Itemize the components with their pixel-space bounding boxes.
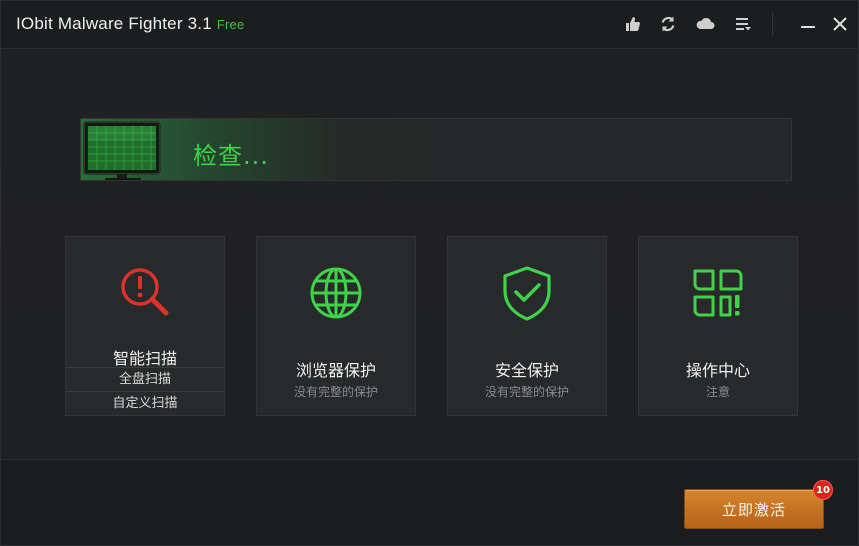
monitor-icon [83, 121, 161, 180]
thumbs-up-icon[interactable] [622, 13, 644, 35]
smart-scan-tile[interactable]: 智能扫描 全盘扫描 自定义扫描 [65, 236, 225, 416]
browser-protection-status: 没有完整的保护 [293, 385, 378, 399]
app-title: IObit Malware Fighter 3.1 Free [16, 14, 244, 34]
security-protection-tile[interactable]: 安全保护 没有完整的保护 [447, 236, 607, 416]
action-center-status: 注意 [705, 385, 730, 399]
activate-button[interactable]: 立即激活 [684, 489, 824, 529]
action-center-icon [693, 269, 743, 317]
notification-badge: 10 [813, 480, 833, 500]
minimize-icon[interactable] [797, 13, 819, 35]
shield-check-icon [503, 266, 551, 321]
scan-status-bar: 检查... [80, 118, 792, 181]
scan-status-text: 检查... [193, 142, 269, 170]
action-center-tile[interactable]: 操作中心 注意 [638, 236, 798, 416]
app-name: IObit Malware Fighter 3.1 [16, 14, 212, 33]
menu-icon[interactable] [732, 13, 754, 35]
browser-protection-title: 浏览器保护 [295, 361, 376, 380]
cloud-icon[interactable] [694, 13, 716, 35]
app-window: IObit Malware Fighter 3.1 Free 检查... 智能扫… [0, 0, 859, 546]
close-icon[interactable] [829, 13, 851, 35]
edition-label: Free [216, 17, 245, 32]
security-protection-title: 安全保护 [494, 361, 559, 380]
browser-protection-tile[interactable]: 浏览器保护 没有完整的保护 [256, 236, 416, 416]
smart-scan-title: 智能扫描 [112, 349, 177, 368]
action-center-title: 操作中心 [685, 361, 750, 380]
scan-alert-icon [121, 268, 169, 316]
toolbar-divider [772, 11, 773, 37]
security-protection-status: 没有完整的保护 [484, 385, 569, 399]
title-bar: IObit Malware Fighter 3.1 Free [1, 1, 858, 49]
globe-icon [310, 267, 362, 319]
full-scan-button[interactable]: 全盘扫描 [66, 367, 224, 391]
footer-bar: 立即激活 10 [1, 459, 858, 545]
refresh-icon[interactable] [657, 13, 679, 35]
custom-scan-button[interactable]: 自定义扫描 [66, 391, 224, 415]
main-panel: 检查... 智能扫描 全盘扫描 自定义扫描 浏览器保护 没有完整的保护 安全保护… [1, 50, 858, 459]
